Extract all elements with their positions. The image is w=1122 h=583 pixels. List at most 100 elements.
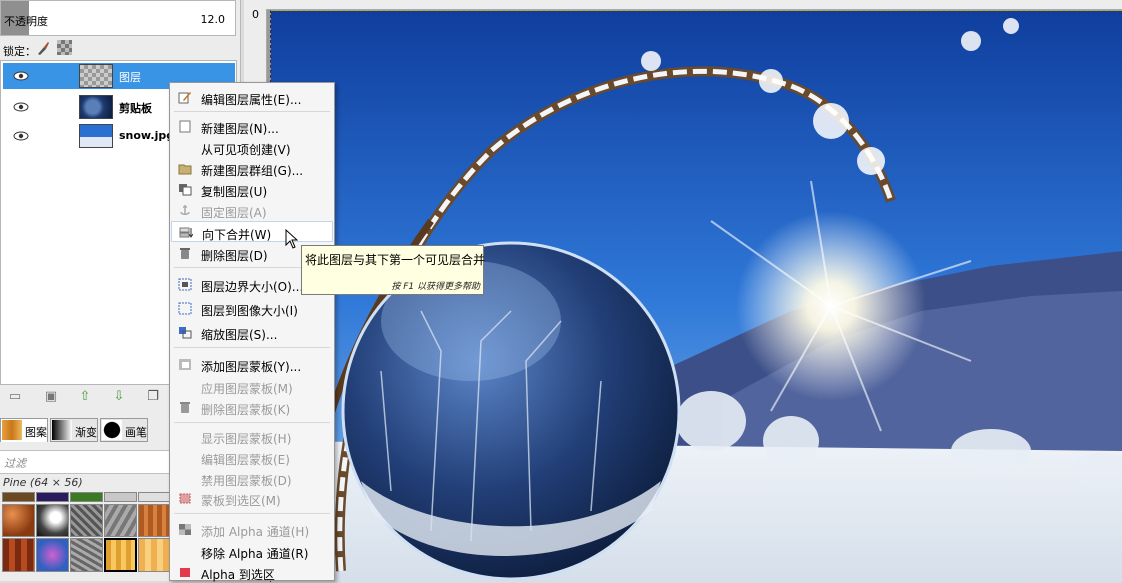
menu-item-label: 新建图层群组(G)... <box>201 164 304 178</box>
opacity-value: 12.0 <box>200 13 226 26</box>
menu-item-scale-layer[interactable]: 缩放图层(S)... <box>171 322 333 343</box>
eye-icon[interactable] <box>13 102 29 112</box>
menu-item-edit-attributes[interactable]: 编辑图层属性(E)... <box>171 87 333 108</box>
menu-item-new-layer-group[interactable]: 新建图层群组(G)... <box>171 158 333 179</box>
menu-item-mask-to-selection[interactable]: 蒙板到选区(M) <box>171 488 333 509</box>
tab-label: 渐变 <box>75 426 97 439</box>
menu-separator <box>174 111 330 112</box>
menu-item-alpha-to-selection[interactable]: Alpha 到选区 <box>171 562 333 583</box>
pattern-item[interactable] <box>2 538 35 572</box>
menu-item-merge-down[interactable]: 向下合并(W) <box>171 221 333 242</box>
lock-pixels-icon[interactable] <box>35 40 51 56</box>
menu-item-apply-layer-mask[interactable]: 应用图层蒙板(M) <box>171 376 333 397</box>
menu-item-anchor-layer[interactable]: 固定图层(A) <box>171 200 333 221</box>
eye-icon[interactable] <box>13 131 29 141</box>
tooltip-text: 将此图层与其下第一个可见层合并 <box>305 253 486 267</box>
delete-icon <box>180 248 190 259</box>
menu-item-label: 向下合并(W) <box>202 228 272 242</box>
pattern-item[interactable] <box>36 538 69 572</box>
lock-label: 锁定： <box>3 45 36 58</box>
pattern-item[interactable] <box>104 504 137 537</box>
opacity-label: 不透明度 <box>4 15 48 28</box>
menu-separator <box>174 422 330 423</box>
new-layer-icon[interactable]: ▭ <box>8 390 22 404</box>
new-layer-icon <box>179 120 191 133</box>
eye-icon[interactable] <box>13 71 29 81</box>
pattern-item[interactable] <box>70 504 103 537</box>
layer-name: 图层 <box>119 71 141 84</box>
scale-icon <box>179 327 192 339</box>
menu-item-label: 新建图层(N)... <box>201 122 279 136</box>
filter-placeholder: 过滤 <box>4 457 26 470</box>
layer-context-menu: 编辑图层属性(E)... 新建图层(N)... 从可见项创建(V) 新建图层群组… <box>169 82 335 583</box>
menu-item-show-layer-mask[interactable]: 显示图层蒙板(H) <box>171 426 333 447</box>
duplicate-icon[interactable]: ❐ <box>146 390 160 404</box>
pattern-item[interactable] <box>2 492 35 502</box>
menu-item-new-from-visible[interactable]: 从可见项创建(V) <box>171 137 333 158</box>
lock-alpha-icon[interactable] <box>57 40 72 55</box>
menu-item-label: Alpha 到选区 <box>201 568 275 582</box>
menu-item-label: 禁用图层蒙板(D) <box>201 474 292 488</box>
pattern-item[interactable] <box>36 492 69 502</box>
pattern-item[interactable] <box>2 504 35 537</box>
menu-item-add-layer-mask[interactable]: 添加图层蒙板(Y)... <box>171 354 333 375</box>
layer-name: 剪贴板 <box>119 102 152 115</box>
layer-name: snow.jpg <box>119 129 175 142</box>
pattern-item[interactable] <box>138 504 171 537</box>
menu-separator <box>174 513 330 514</box>
duplicate-icon <box>179 184 192 196</box>
mouse-pointer-icon <box>285 229 298 249</box>
pattern-item[interactable] <box>70 538 103 572</box>
add-mask-icon <box>179 359 191 370</box>
ruler-label: 0 <box>252 8 259 21</box>
tab-patterns[interactable]: 图案 <box>0 418 48 442</box>
layer-thumbnail <box>79 64 113 88</box>
menu-item-label: 添加图层蒙板(Y)... <box>201 360 302 374</box>
tooltip: 将此图层与其下第一个可见层合并 按 F1 以获得更多帮助 <box>301 245 486 295</box>
menu-item-layer-to-image-size[interactable]: 图层到图像大小(I) <box>171 298 333 319</box>
merge-down-icon <box>179 227 193 238</box>
menu-item-delete-layer-mask[interactable]: 删除图层蒙板(K) <box>171 397 333 418</box>
tab-brushes[interactable]: 画笔 <box>100 418 148 442</box>
lower-layer-icon[interactable]: ⇩ <box>112 390 126 404</box>
lock-row: 锁定： <box>0 38 240 58</box>
image-canvas[interactable] <box>270 10 1122 582</box>
raise-layer-icon[interactable]: ⇧ <box>78 390 92 404</box>
menu-item-label: 应用图层蒙板(M) <box>201 382 293 396</box>
menu-item-label: 删除图层蒙板(K) <box>201 403 291 417</box>
mask-selection-icon <box>179 493 191 504</box>
layer-thumbnail <box>79 95 113 119</box>
menu-separator <box>174 347 330 348</box>
pattern-item[interactable] <box>138 538 171 572</box>
layer-thumbnail <box>79 124 113 148</box>
menu-item-disable-layer-mask[interactable]: 禁用图层蒙板(D) <box>171 468 333 489</box>
menu-item-label: 从可见项创建(V) <box>201 143 291 157</box>
pattern-item[interactable] <box>138 492 171 502</box>
tooltip-hint: 按 F1 以获得更多帮助 <box>391 282 480 292</box>
menu-item-label: 添加 Alpha 通道(H) <box>201 525 310 539</box>
menu-item-label: 编辑图层蒙板(E) <box>201 453 290 467</box>
tab-label: 图案 <box>25 426 47 439</box>
menu-item-edit-layer-mask[interactable]: 编辑图层蒙板(E) <box>171 447 333 468</box>
alpha-selection-icon <box>180 568 190 577</box>
opacity-slider[interactable]: 不透明度 12.0 <box>0 0 236 36</box>
menu-item-add-alpha-channel[interactable]: 添加 Alpha 通道(H) <box>171 519 333 540</box>
menu-item-label: 编辑图层属性(E)... <box>201 93 302 107</box>
menu-item-remove-alpha-channel[interactable]: 移除 Alpha 通道(R) <box>171 541 333 562</box>
menu-item-label: 复制图层(U) <box>201 185 268 199</box>
menu-item-new-layer[interactable]: 新建图层(N)... <box>171 116 333 137</box>
pattern-item[interactable] <box>104 492 137 502</box>
pattern-item[interactable] <box>104 538 137 572</box>
horizontal-ruler <box>266 0 1122 10</box>
menu-item-label: 删除图层(D) <box>201 249 268 263</box>
folder-icon[interactable]: ▣ <box>44 390 58 404</box>
snow-scene-image <box>271 11 1122 582</box>
pattern-item[interactable] <box>70 492 103 502</box>
menu-item-label: 固定图层(A) <box>201 206 267 220</box>
menu-item-duplicate-layer[interactable]: 复制图层(U) <box>171 179 333 200</box>
pattern-item[interactable] <box>36 504 69 537</box>
selected-pattern-label: Pine (64 × 56) <box>3 476 83 489</box>
tab-gradients[interactable]: 渐变 <box>50 418 98 442</box>
menu-item-label: 移除 Alpha 通道(R) <box>201 547 309 561</box>
edit-icon <box>178 92 191 104</box>
